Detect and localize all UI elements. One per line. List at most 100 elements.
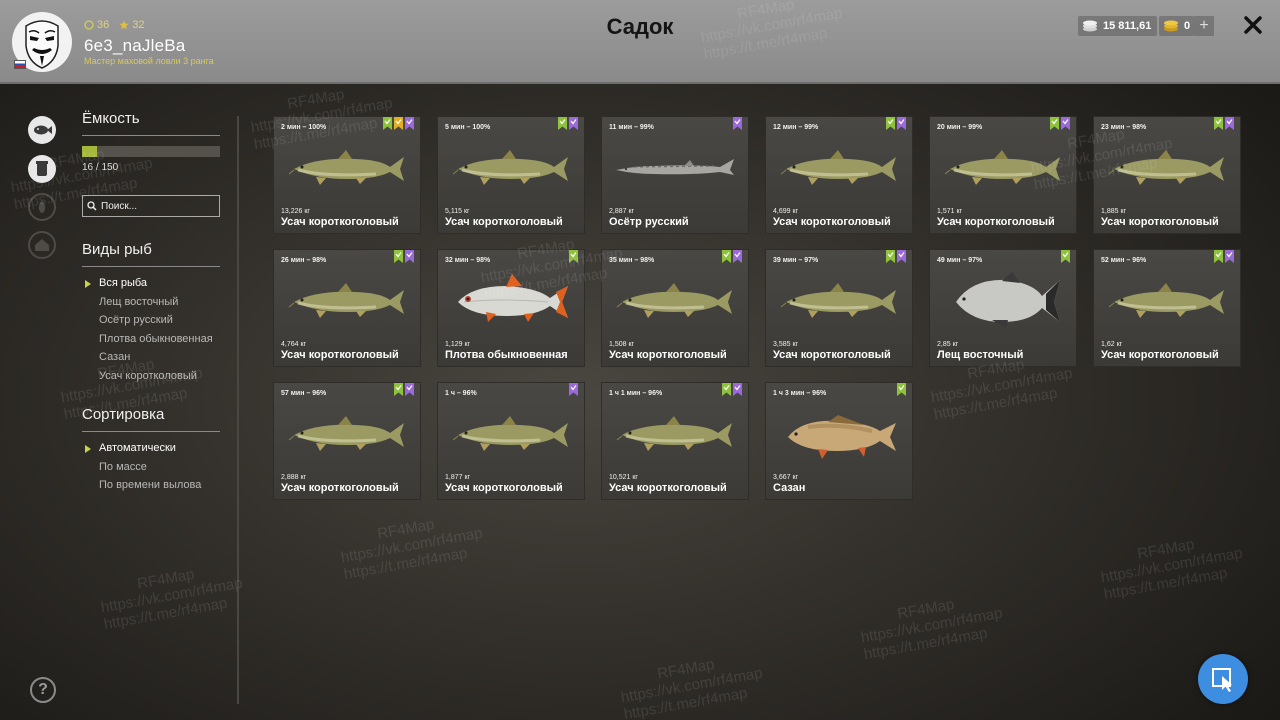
fish-card[interactable]: 32 мин – 98% 1,129 кг Плотва обыкновенна… [437,249,585,367]
watermark-tg: https://t.me/rf4map [102,594,229,634]
fish-weight: 2,887 кг [609,208,635,215]
badge-group [1214,117,1234,130]
fish-card[interactable]: 11 мин – 99% 2,887 кг Осётр русский [601,116,749,234]
fish-name: Усач короткоголовый [445,482,563,494]
side-panel: Ёмкость 16 / 150 Поиск... Виды рыб Вся р… [82,110,222,498]
green-ribbon-icon [569,250,578,263]
species-filter-option[interactable]: Осётр русский [82,314,222,333]
silver-value: 15 811,61 [1103,20,1152,32]
fish-card[interactable]: 57 мин – 96% 2,888 кг Усач короткоголовы… [273,382,421,500]
badge-group [886,250,906,263]
silver-coins-icon [1083,20,1097,32]
fish-name: Усач короткоголовый [609,482,727,494]
fish-card[interactable]: 2 мин – 100% 13,226 кг Усач короткоголов… [273,116,421,234]
purple-ribbon-icon [1225,250,1234,263]
sort-option-list: Автоматически По массе По времени вылова [82,442,222,498]
search-input[interactable]: Поиск... [82,195,220,217]
bream-fish-icon [956,272,1060,328]
roach-fish-icon [458,274,568,322]
barbel-fish-icon [1108,150,1224,185]
fish-name: Усач короткоголовый [773,349,891,361]
fish-card[interactable]: 35 мин – 98% 1,508 кг Усач короткоголовы… [601,249,749,367]
silver-balance[interactable]: 15 811,61 [1078,16,1158,36]
fish-name: Усач короткоголовый [1101,216,1219,228]
sort-option[interactable]: По времени вылова [82,479,222,498]
fish-card[interactable]: 23 мин – 98% 1,885 кг Усач короткоголовы… [1093,116,1241,234]
cursor-mode-button[interactable] [1198,654,1248,704]
species-filter-option[interactable]: Плотва обыкновенная [82,333,222,352]
fish-weight: 10,521 кг [609,474,638,481]
fish-weight: 2,85 кг [937,341,959,348]
catch-time: 23 мин – 98% [1101,124,1147,131]
catch-time: 1 ч 3 мин – 96% [773,390,827,397]
fish-name: Усач короткоголовый [281,216,399,228]
barbel-fish-icon [452,150,568,185]
badge-group [733,117,742,130]
purple-ribbon-icon [733,383,742,396]
catch-time: 1 ч – 96% [445,390,477,397]
catch-time: 57 мин – 96% [281,390,327,397]
watermark-vk: https://vk.com/rf4map [859,604,1004,647]
purple-ribbon-icon [897,250,906,263]
fish-card[interactable]: 1 ч – 96% 1,877 кг Усач короткоголовый [437,382,585,500]
fish-name: Осётр русский [609,216,689,228]
close-button[interactable] [1240,12,1266,38]
fish-weight: 2,888 кг [281,474,307,481]
badge-group [569,250,578,263]
species-title: Виды рыб [82,241,220,267]
bait-tab[interactable] [28,155,56,183]
species-filter-option[interactable]: Вся рыба [82,277,222,296]
gold-value: 0 [1184,20,1191,32]
purple-ribbon-icon [405,117,414,130]
sort-option[interactable]: Автоматически [82,442,222,461]
catch-time: 20 мин – 99% [937,124,983,131]
barbel-fish-icon [288,283,404,318]
fish-card[interactable]: 12 мин – 99% 4,699 кг Усач короткоголовы… [765,116,913,234]
fish-card[interactable]: 52 мин – 96% 1,62 кг Усач короткоголовый [1093,249,1241,367]
barbel-fish-icon [780,283,896,318]
species-filter-option[interactable]: Усач коротколовый [82,370,222,389]
watermark-tg: https://t.me/rf4map [1102,564,1229,604]
gold-balance[interactable]: 0 [1159,16,1195,36]
catch-time: 35 мин – 98% [609,257,655,264]
fish-card[interactable]: 39 мин – 97% 3,585 кг Усач короткоголовы… [765,249,913,367]
fish-card[interactable]: 20 мин – 99% 1,571 кг Усач короткоголовы… [929,116,1077,234]
home-tab[interactable] [28,231,56,259]
fish-icon [34,125,52,135]
add-gold-button[interactable]: + [1194,16,1214,36]
fish-card[interactable]: 49 мин – 97% 2,85 кг Лещ восточный [929,249,1077,367]
watermark-brand: RF4Map [656,655,716,683]
badge-group [1214,250,1234,263]
fish-name: Усач короткоголовый [281,482,399,494]
fish-card[interactable]: 1 ч 3 мин – 96% 3,667 кг Сазан [765,382,913,500]
catch-time: 26 мин – 98% [281,257,327,264]
fish-name: Усач короткоголовый [445,216,563,228]
close-icon [1244,16,1262,34]
catch-time: 49 мин – 97% [937,257,983,264]
capacity-count: 16 / 150 [82,162,119,173]
green-ribbon-icon [722,250,731,263]
watermark: RF4Maphttps://vk.com/rf4maphttps://t.me/… [337,508,487,583]
sort-option[interactable]: По массе [82,461,222,480]
green-ribbon-icon [886,117,895,130]
watermark: RF4Maphttps://vk.com/rf4maphttps://t.me/… [857,588,1007,663]
barbel-fish-icon [1108,283,1224,318]
fire-tab[interactable] [28,193,56,221]
search-icon [87,201,97,211]
fish-card[interactable]: 1 ч 1 мин – 96% 10,521 кг Усач короткого… [601,382,749,500]
fish-card[interactable]: 26 мин – 98% 4,764 кг Усач короткоголовы… [273,249,421,367]
player-rank: Мастер маховой ловли 3 ранга [84,56,214,66]
help-button[interactable]: ? [30,677,56,703]
species-filter-option[interactable]: Сазан [82,351,222,370]
species-filter-option[interactable]: Лещ восточный [82,296,222,315]
carp-fish-icon [788,415,896,459]
fish-card[interactable]: 5 мин – 100% 5,115 кг Усач короткоголовы… [437,116,585,234]
purple-ribbon-icon [405,383,414,396]
purple-ribbon-icon [733,117,742,130]
catch-time: 12 мин – 99% [773,124,819,131]
fish-weight: 1,885 кг [1101,208,1127,215]
watermark-vk: https://vk.com/rf4map [929,364,1074,407]
catch-time: 11 мин – 99% [609,124,654,131]
fish-keepnet-tab[interactable] [28,116,56,144]
barbel-fish-icon [780,150,896,185]
